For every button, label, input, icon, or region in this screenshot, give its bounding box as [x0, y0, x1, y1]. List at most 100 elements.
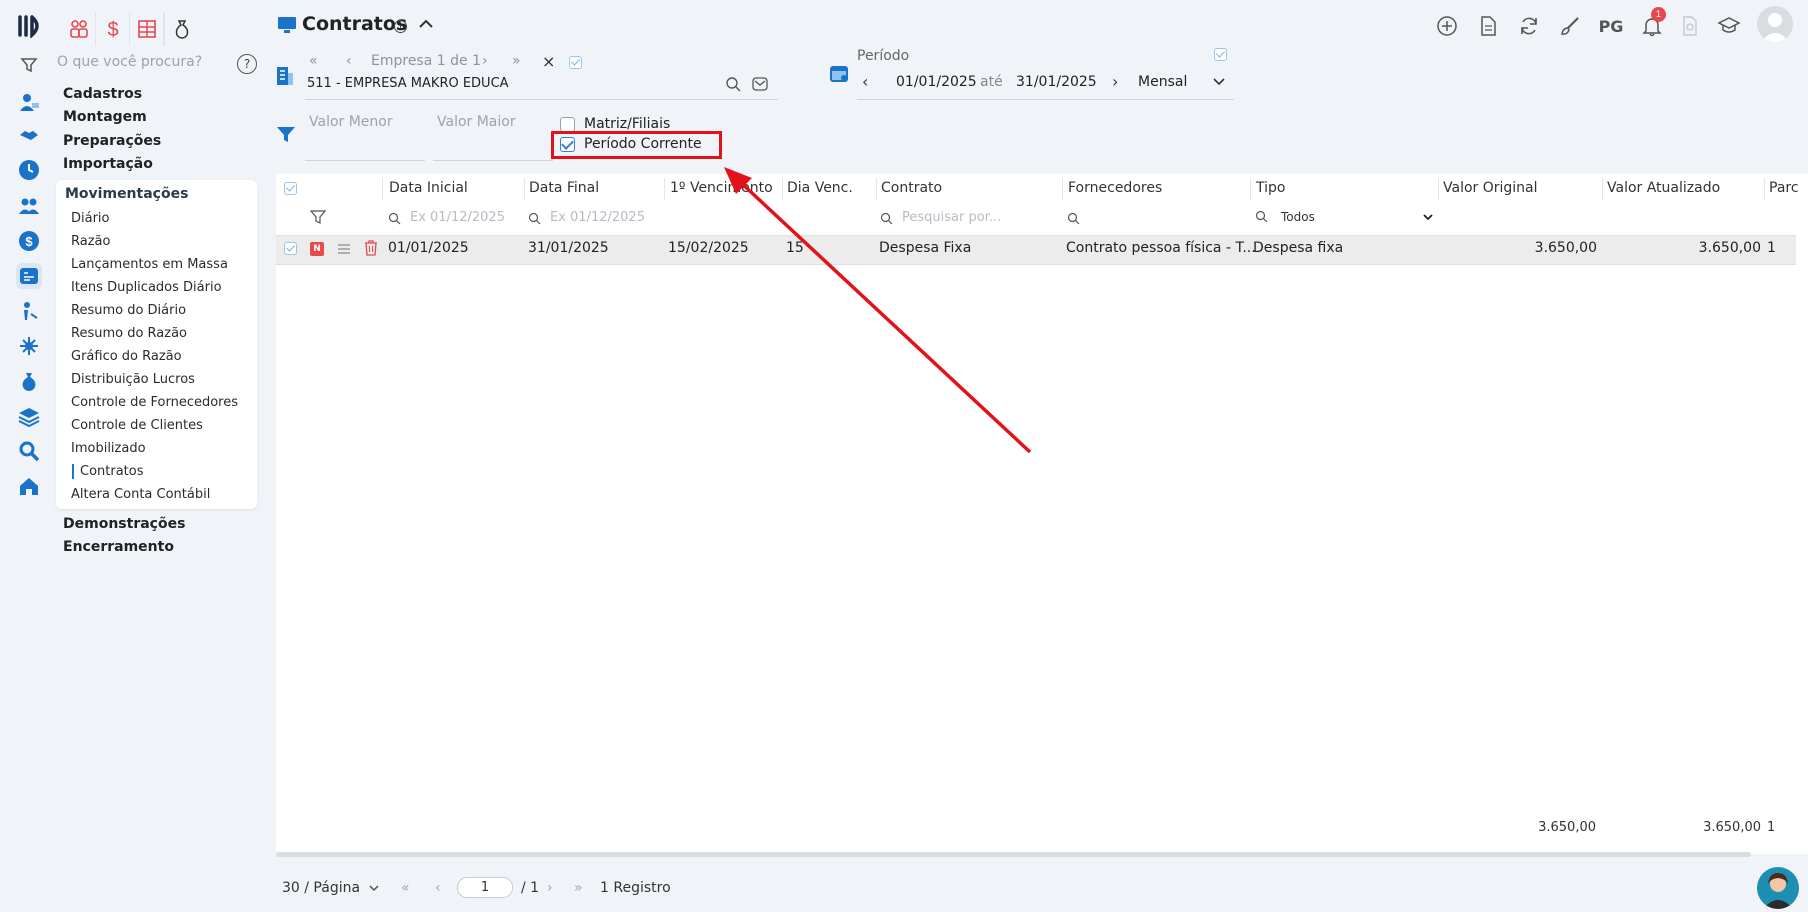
- submenu-item-contratos[interactable]: Contratos: [72, 464, 144, 479]
- submenu-item-controle-clientes[interactable]: Controle de Clientes: [71, 418, 203, 433]
- period-mode-select[interactable]: Mensal: [1138, 74, 1187, 90]
- network-icon[interactable]: [16, 333, 42, 359]
- submenu-item-itens-duplicados[interactable]: Itens Duplicados Diário: [71, 280, 222, 295]
- filter-funnel-icon[interactable]: [276, 124, 296, 144]
- total-parc: 1: [1767, 820, 1776, 835]
- add-circle-icon[interactable]: [1434, 13, 1460, 39]
- period-start[interactable]: 01/01/2025: [896, 74, 977, 90]
- avatar[interactable]: [1757, 6, 1793, 42]
- movimentacoes-icon[interactable]: [16, 263, 42, 289]
- people-icon[interactable]: [62, 12, 96, 46]
- page-number-input[interactable]: 1: [457, 877, 513, 898]
- tipo-chevron-down-icon[interactable]: [1422, 213, 1434, 222]
- col-tipo[interactable]: Tipo: [1256, 180, 1285, 196]
- chevron-down-icon[interactable]: [1212, 77, 1226, 87]
- col-valor-original[interactable]: Valor Original: [1443, 180, 1538, 196]
- next-period-icon[interactable]: ›: [1112, 72, 1118, 91]
- money-bag-outline-icon[interactable]: [164, 12, 198, 46]
- home-icon[interactable]: [16, 473, 42, 499]
- document-icon[interactable]: [1475, 13, 1501, 39]
- company-search-icon[interactable]: [725, 76, 741, 92]
- menu-cadastros[interactable]: Cadastros: [63, 86, 142, 102]
- prev-period-icon[interactable]: ‹: [862, 72, 868, 91]
- mail-icon[interactable]: [752, 77, 768, 91]
- first-page-button[interactable]: «: [401, 880, 410, 896]
- menu-lines-icon[interactable]: [337, 243, 351, 255]
- app-logo[interactable]: [18, 14, 44, 38]
- submenu-item-resumo-diario[interactable]: Resumo do Diário: [71, 303, 186, 318]
- dollar-icon[interactable]: $: [16, 228, 42, 254]
- row-checkbox[interactable]: [284, 242, 297, 255]
- collapse-chevron-icon[interactable]: [418, 18, 434, 30]
- brush-icon[interactable]: [1557, 13, 1583, 39]
- refresh-icon[interactable]: [1516, 13, 1542, 39]
- first-page-icon[interactable]: «: [309, 53, 318, 69]
- per-page-select[interactable]: 30 / Página: [282, 880, 360, 896]
- pen-user-icon[interactable]: [16, 298, 42, 324]
- per-page-chevron-icon[interactable]: [368, 884, 380, 893]
- money-bag-icon[interactable]: [16, 368, 42, 394]
- next-company-icon[interactable]: ›: [482, 53, 488, 69]
- menu-preparacoes[interactable]: Preparações: [63, 133, 161, 149]
- periodo-checkbox[interactable]: [1214, 48, 1227, 61]
- submenu-item-razao[interactable]: Razão: [71, 234, 110, 249]
- col-parc[interactable]: Parc: [1769, 180, 1808, 196]
- last-page-icon[interactable]: »: [512, 53, 521, 69]
- company-select-checkbox[interactable]: [569, 56, 582, 69]
- cell-parc: 1: [1767, 240, 1776, 256]
- clear-company-icon[interactable]: ×: [542, 52, 555, 71]
- submenu-item-grafico-razao[interactable]: Gráfico do Razão: [71, 349, 182, 364]
- trash-icon[interactable]: [364, 240, 378, 256]
- user-initials[interactable]: PG: [1596, 13, 1626, 39]
- col-valor-atualizado[interactable]: Valor Atualizado: [1607, 180, 1720, 196]
- period-end[interactable]: 31/01/2025: [1016, 74, 1097, 90]
- layers-icon[interactable]: [16, 403, 42, 429]
- search-icon[interactable]: [16, 438, 42, 464]
- filter-icon[interactable]: [20, 56, 38, 74]
- company-name[interactable]: 511 - EMPRESA MAKRO EDUCA: [307, 76, 509, 91]
- col-data-final[interactable]: Data Final: [529, 180, 599, 196]
- report-search-icon[interactable]: [1677, 13, 1703, 39]
- next-page-button[interactable]: ›: [547, 880, 553, 896]
- submenu-item-distribuicao-lucros[interactable]: Distribuição Lucros: [71, 372, 195, 387]
- menu-montagem[interactable]: Montagem: [63, 109, 147, 125]
- search-icon-fornecedores[interactable]: [1067, 212, 1080, 225]
- valor-menor-input[interactable]: Valor Menor: [309, 114, 393, 130]
- column-filter-icon[interactable]: [310, 209, 326, 225]
- matriz-filiais-checkbox[interactable]: [560, 117, 575, 132]
- col-fornecedores[interactable]: Fornecedores: [1068, 180, 1162, 196]
- graduation-cap-icon[interactable]: [1716, 13, 1742, 39]
- horizontal-scrollbar[interactable]: [276, 852, 1751, 857]
- col-data-inicial[interactable]: Data Inicial: [389, 180, 468, 196]
- matriz-filiais-label: Matriz/Filiais: [584, 116, 671, 132]
- spreadsheet-icon[interactable]: [130, 12, 164, 46]
- help-icon[interactable]: ?: [237, 54, 257, 74]
- menu-movimentacoes[interactable]: Movimentações: [65, 186, 188, 202]
- valor-maior-input[interactable]: Valor Maior: [437, 114, 516, 130]
- dollar-sign-icon[interactable]: $: [96, 12, 130, 46]
- submenu-item-altera-conta[interactable]: Altera Conta Contábil: [71, 487, 210, 502]
- info-icon[interactable]: i: [394, 20, 407, 33]
- submenu-item-controle-fornecedores[interactable]: Controle de Fornecedores: [71, 395, 238, 410]
- clock-icon[interactable]: [16, 157, 42, 183]
- user-card-icon[interactable]: [16, 89, 42, 115]
- submenu-item-imobilizado[interactable]: Imobilizado: [71, 441, 146, 456]
- submenu-item-diario[interactable]: Diário: [71, 211, 110, 226]
- filter-tipo-select[interactable]: Todos: [1281, 210, 1315, 224]
- filter-data-final-input[interactable]: Ex 01/12/2025: [550, 210, 645, 225]
- filter-data-inicial-input[interactable]: Ex 01/12/2025: [410, 210, 505, 225]
- handshake-icon[interactable]: [16, 122, 42, 148]
- last-page-button[interactable]: »: [574, 880, 583, 896]
- assistant-avatar[interactable]: [1757, 867, 1799, 909]
- menu-importacao[interactable]: Importação: [63, 156, 153, 172]
- submenu-item-lancamentos[interactable]: Lançamentos em Massa: [71, 257, 228, 272]
- menu-search-input[interactable]: O que você procura?: [57, 54, 257, 70]
- prev-page-button[interactable]: ‹: [435, 880, 441, 896]
- menu-demonstracoes[interactable]: Demonstrações: [63, 516, 185, 532]
- users-icon[interactable]: [16, 193, 42, 219]
- prev-company-icon[interactable]: ‹: [346, 53, 352, 69]
- select-all-checkbox[interactable]: [284, 182, 297, 195]
- menu-encerramento[interactable]: Encerramento: [63, 539, 174, 555]
- submenu-item-resumo-razao[interactable]: Resumo do Razão: [71, 326, 187, 341]
- cell-fornecedores: Contrato pessoa física - T...: [1066, 240, 1256, 256]
